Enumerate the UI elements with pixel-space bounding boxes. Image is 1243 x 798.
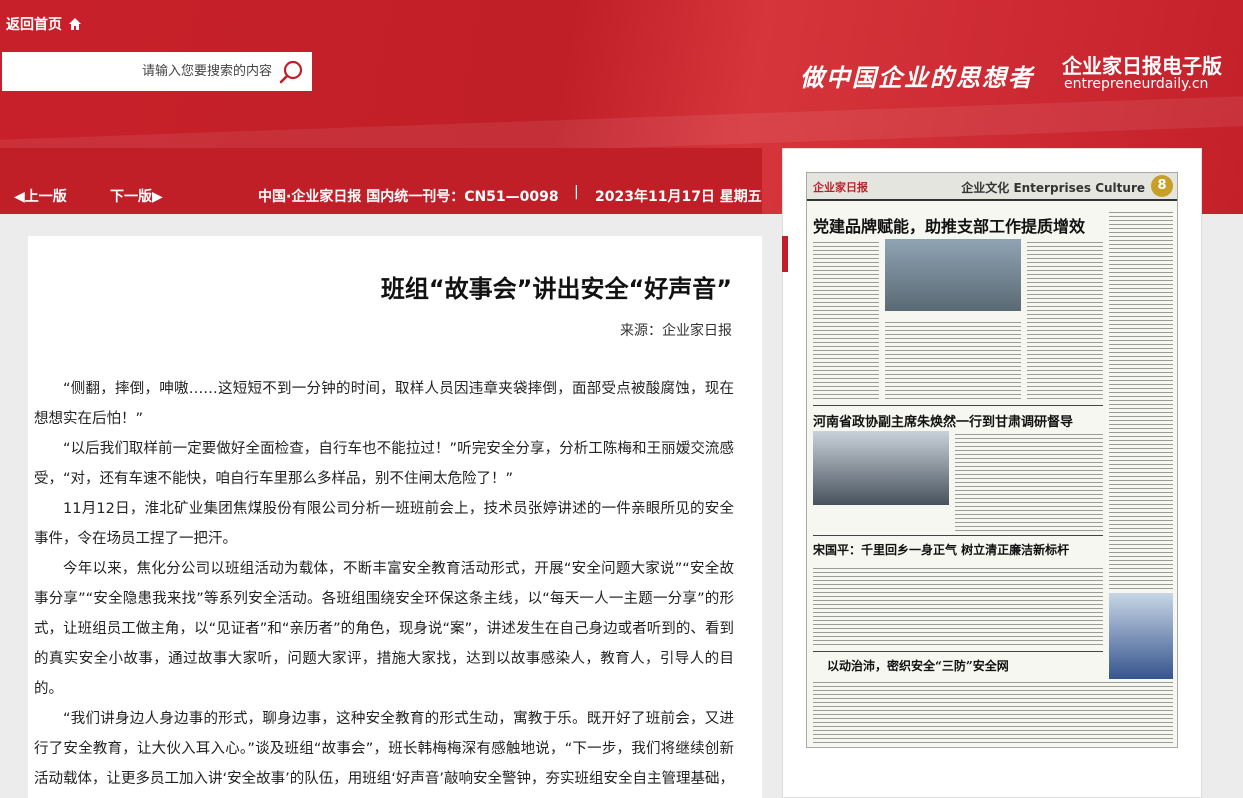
search-input[interactable] xyxy=(32,56,272,87)
issue-date: 2023年11月17日 星期五 xyxy=(595,189,762,205)
newspaper-photo-1 xyxy=(885,239,1021,311)
newspaper-section: 企业文化 Enterprises Culture xyxy=(961,181,1145,195)
newspaper-headline-1[interactable]: 党建品牌赋能，助推支部工作提质增效 xyxy=(813,213,1085,237)
home-link[interactable]: 返回首页 xyxy=(6,12,82,36)
newspaper-text-column xyxy=(813,679,1173,745)
home-icon xyxy=(69,18,81,30)
newspaper-header: 企业家日报 企业文化 Enterprises Culture 8 xyxy=(807,173,1177,201)
article-paragraph: “我们讲身边人身边事的形式，聊身边事，这种安全教育的形式生动，寓教于乐。既开好了… xyxy=(34,711,734,787)
site-slogan: 做中国企业的思想者 xyxy=(800,63,1034,92)
newspaper-page-number: 8 xyxy=(1151,175,1173,197)
article-source: 来源：企业家日报 xyxy=(620,323,732,339)
newspaper-text-column xyxy=(955,431,1103,531)
newspaper-masthead: 企业家日报 xyxy=(813,181,868,194)
search-box xyxy=(2,52,312,91)
article-title: 班组“故事会”讲出安全“好声音” xyxy=(380,275,732,303)
article-paragraph: “侧翻，摔倒，呻嗷……这短短不到一分钟的时间，取样人员因违章夹袋摔倒，面部受点被… xyxy=(34,381,734,427)
newspaper-rule xyxy=(813,651,1103,652)
home-link-label: 返回首页 xyxy=(6,17,62,33)
prev-page-label: 上一版 xyxy=(24,189,67,205)
newspaper-photo-3 xyxy=(1109,593,1173,683)
newspaper-headline-4[interactable]: 以动治沛，密织安全“三防”安全网 xyxy=(827,657,1009,674)
article-body: “侧翻，摔倒，呻嗷……这短短不到一分钟的时间，取样人员因违章夹袋摔倒，面部受点被… xyxy=(34,374,734,798)
article-paragraph: 11月12日，淮北矿业集团焦煤股份有限公司分析一班班前会上，技术员张婷讲述的一件… xyxy=(34,501,734,547)
newspaper-text-column xyxy=(813,239,879,399)
newspaper-text-column xyxy=(1109,209,1173,589)
search-icon[interactable] xyxy=(278,59,304,85)
brand-domain: entrepreneurdaily.cn xyxy=(1064,76,1209,92)
newspaper-headline-3[interactable]: 宋国平：千里回乡一身正气 树立清正廉洁新标杆 xyxy=(813,541,1069,558)
newspaper-headline-2[interactable]: 河南省政协副主席朱焕然一行到甘肃调研督导 xyxy=(813,411,1073,430)
newspaper-photo-2 xyxy=(813,431,949,505)
newspaper-text-column xyxy=(1027,239,1103,399)
newspaper-page-thumbnail[interactable]: 企业家日报 企业文化 Enterprises Culture 8 党建品牌赋能，… xyxy=(806,172,1178,748)
prev-page-button[interactable]: ◀上一版 xyxy=(14,186,67,206)
brand-title: 企业家日报电子版 xyxy=(1062,54,1222,78)
newspaper-rule xyxy=(813,535,1103,536)
issue-separator: | xyxy=(574,184,579,200)
newspaper-text-column xyxy=(813,565,1103,645)
next-page-label: 下一版 xyxy=(110,189,152,205)
article-paragraph: “以后我们取样前一定要做好全面检查，自行车也不能拉过！”听完安全分享，分析工陈梅… xyxy=(34,441,734,487)
newspaper-accent xyxy=(782,236,788,272)
newspaper-rule xyxy=(813,405,1103,406)
article-paragraph: 今年以来，焦化分公司以班组活动为载体，不断丰富安全教育活动形式，开展“安全问题大… xyxy=(34,561,734,697)
next-page-button[interactable]: 下一版▶ xyxy=(110,186,163,206)
issue-info: 中国·企业家日报 国内统一刊号：CN51—0098 xyxy=(258,189,559,205)
newspaper-text-column xyxy=(885,319,1021,399)
article-panel: 班组“故事会”讲出安全“好声音” 来源：企业家日报 “侧翻，摔倒，呻嗷……这短短… xyxy=(28,236,762,798)
